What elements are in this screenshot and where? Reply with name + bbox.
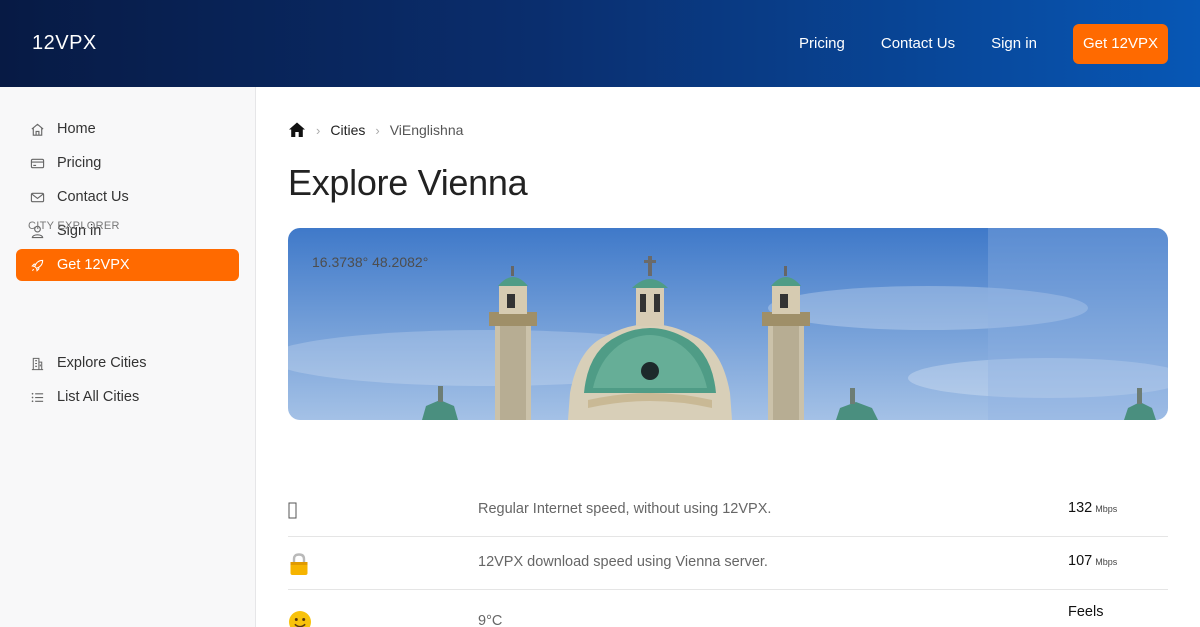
- sidebar-item-contact[interactable]: Contact Us: [16, 181, 239, 213]
- breadcrumb: › Cities › ViEnglishna: [288, 119, 463, 141]
- mail-icon: [28, 188, 46, 206]
- city-coordinates: 16.3738° 48.2082°: [312, 254, 429, 270]
- buildings-icon: [28, 354, 46, 372]
- chevron-right-icon: ›: [316, 122, 321, 138]
- list-icon: [28, 388, 46, 406]
- get-12vpx-button[interactable]: Get 12VPX: [1072, 23, 1168, 64]
- sidebar-item-explore-cities[interactable]: Explore Cities: [16, 347, 239, 379]
- chevron-right-icon: ›: [375, 122, 380, 138]
- row-value: Feels: [1068, 604, 1104, 620]
- sidebar-item-pricing[interactable]: Pricing: [16, 147, 239, 179]
- home-icon: [28, 120, 46, 138]
- sidebar-item-label: List All Cities: [57, 389, 140, 405]
- sidebar-item-home[interactable]: Home: [16, 113, 239, 145]
- sidebar-section-title: CITY EXPLORER: [28, 220, 120, 232]
- page-title: Explore Vienna: [288, 162, 528, 203]
- top-navbar: 12VPX Pricing Contact Us Sign in Get 12V…: [0, 0, 1200, 87]
- sidebar-item-label: Home: [57, 121, 96, 137]
- nav-signin-link[interactable]: Sign in: [991, 35, 1037, 52]
- credit-card-icon: [28, 154, 46, 172]
- row-unit: Mbps: [1095, 557, 1118, 567]
- row-value: 107 Mbps: [1068, 553, 1118, 569]
- unknown-glyph-icon: [288, 499, 312, 523]
- row-description: 9°C: [478, 613, 503, 627]
- rocket-icon: [28, 256, 46, 274]
- sidebar-item-label: Contact Us: [57, 189, 129, 205]
- smile-icon: [288, 610, 312, 627]
- row-description: Regular Internet speed, without using 12…: [478, 501, 772, 517]
- sidebar-item-label: Pricing: [57, 155, 102, 171]
- nav-contact-link[interactable]: Contact Us: [881, 35, 955, 52]
- row-value: 132 Mbps: [1068, 500, 1118, 516]
- top-nav: Pricing Contact Us Sign in Get 12VPX: [799, 23, 1168, 64]
- sidebar-item-label: Get 12VPX: [57, 257, 130, 273]
- info-row-weather: 9°C Feels: [288, 590, 1168, 627]
- info-row-vpn-speed: 12VPX download speed using Vienna server…: [288, 537, 1168, 590]
- city-hero-image: 16.3738° 48.2082°: [288, 228, 1168, 420]
- brand-logo[interactable]: 12VPX: [32, 32, 97, 55]
- home-icon[interactable]: [288, 121, 306, 139]
- sidebar-item-list-cities[interactable]: List All Cities: [16, 381, 239, 413]
- breadcrumb-current: ViEnglishna: [389, 122, 464, 138]
- row-description: 12VPX download speed using Vienna server…: [478, 554, 768, 570]
- breadcrumb-cities-link[interactable]: Cities: [330, 122, 365, 138]
- lock-icon: [288, 552, 312, 576]
- sidebar-item-label: Explore Cities: [57, 355, 147, 371]
- row-unit: Mbps: [1095, 504, 1118, 514]
- nav-pricing-link[interactable]: Pricing: [799, 35, 845, 52]
- info-row-regular-speed: Regular Internet speed, without using 12…: [288, 484, 1168, 537]
- sidebar-item-get-12vpx[interactable]: Get 12VPX: [16, 249, 239, 281]
